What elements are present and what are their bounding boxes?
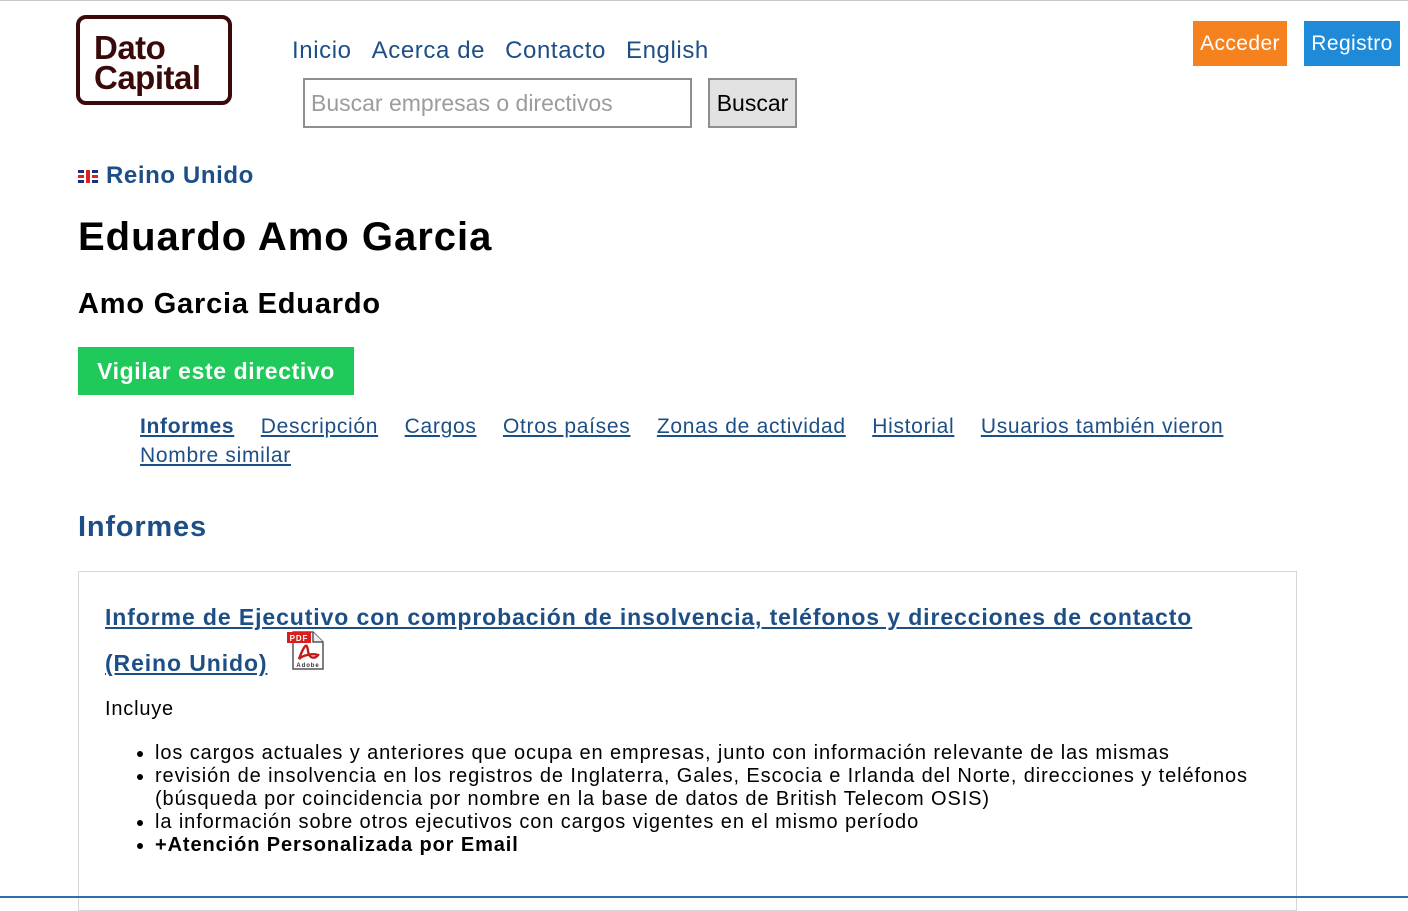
report-title-block: Informe de Ejecutivo con comprobación de… [105,594,1255,686]
logo-line-2: Capital [94,59,201,96]
report-features-list: los cargos actuales y anteriores que ocu… [105,742,1315,857]
section-link-cargos[interactable]: Cargos [405,415,477,438]
section-link-zonas-de-actividad[interactable]: Zonas de actividad [657,415,846,438]
section-link-otros-paises[interactable]: Otros países [503,415,630,438]
watch-director-button[interactable]: Vigilar este directivo [78,347,354,395]
pdf-icon-label: PDF [289,634,308,643]
nav-acerca-de[interactable]: Acerca de [372,37,485,65]
main-nav: Inicio Acerca de Contacto English [292,37,709,65]
list-item: la información sobre otros ejecutivos co… [155,811,1315,834]
person-name: Eduardo Amo Garcia [78,215,493,259]
country-link[interactable]: Reino Unido [106,162,254,190]
report-title-link[interactable]: Informe de Ejecutivo con comprobación de… [105,604,1192,676]
list-item: +Atención Personalizada por Email [155,834,1315,857]
report-card: Informe de Ejecutivo con comprobación de… [78,571,1297,911]
section-links: Informes Descripción Cargos Otros países… [140,413,1310,471]
search-input[interactable] [303,78,692,128]
nav-inicio[interactable]: Inicio [292,37,352,65]
login-button[interactable]: Acceder [1193,21,1287,66]
list-item: los cargos actuales y anteriores que ocu… [155,742,1315,765]
pdf-icon-brand: Adobe [296,663,319,669]
dato-capital-logo[interactable]: Dato Capital [76,15,232,105]
search-button[interactable]: Buscar [708,78,797,128]
section-link-usuarios-tambien-vieron[interactable]: Usuarios también vieron [981,415,1224,438]
section-link-informes[interactable]: Informes [140,415,234,438]
section-link-descripcion[interactable]: Descripción [261,415,378,438]
person-alt-name: Amo Garcia Eduardo [78,288,381,320]
reports-heading: Informes [78,511,207,543]
nav-contacto[interactable]: Contacto [505,37,606,65]
register-button[interactable]: Registro [1304,21,1400,66]
bottom-divider [0,896,1408,898]
country-breadcrumb: Reino Unido [78,162,254,190]
includes-label: Incluye [105,698,174,720]
uk-flag-icon [78,169,98,183]
nav-english[interactable]: English [626,37,709,65]
section-link-historial[interactable]: Historial [872,415,954,438]
section-link-nombre-similar[interactable]: Nombre similar [140,444,291,467]
list-item: revisión de insolvencia en los registros… [155,765,1315,811]
pdf-icon[interactable]: PDF Adobe [285,629,327,686]
